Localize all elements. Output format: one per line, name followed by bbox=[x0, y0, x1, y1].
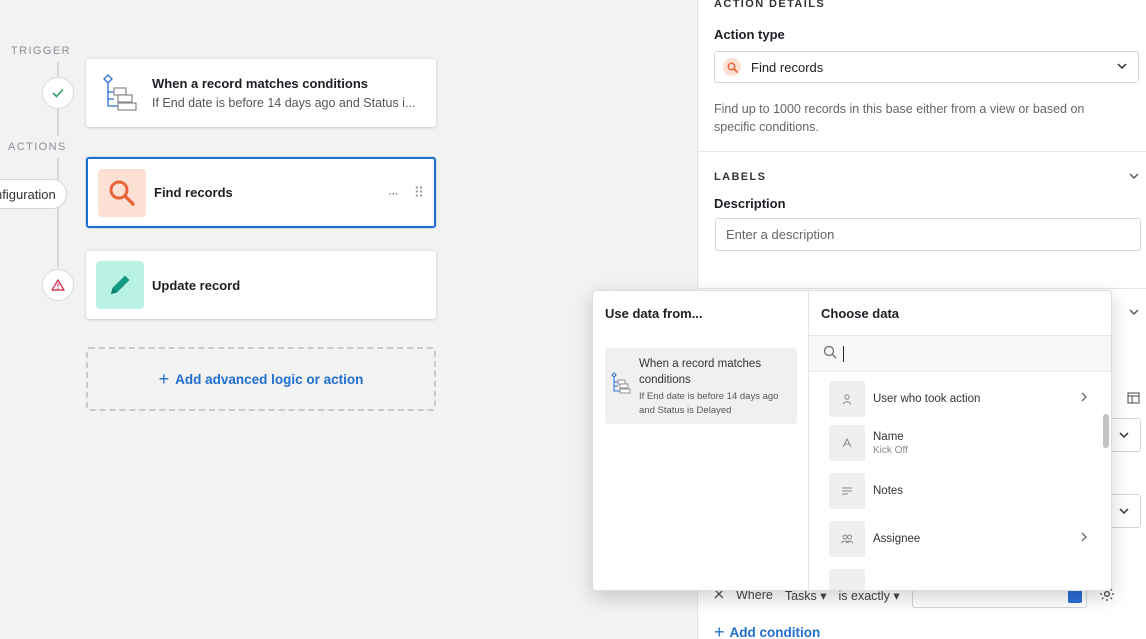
trigger-card[interactable]: When a record matches conditions If End … bbox=[86, 59, 436, 127]
update-record-card[interactable]: Update record bbox=[86, 251, 436, 319]
trigger-card-title: When a record matches conditions bbox=[152, 76, 368, 91]
pencil-icon bbox=[96, 261, 144, 309]
divider bbox=[698, 288, 1146, 289]
description-label: Description bbox=[714, 196, 786, 211]
labels-heading: LABELS bbox=[714, 171, 767, 183]
configuration-pill[interactable]: nfiguration bbox=[0, 179, 67, 209]
chevron-down-icon bbox=[1116, 60, 1128, 75]
data-source-subtitle: If End date is before 14 days ago and St… bbox=[639, 391, 779, 416]
text-caret bbox=[843, 345, 844, 362]
trigger-status-check-icon bbox=[42, 77, 74, 109]
value-badge bbox=[1067, 589, 1082, 603]
chevron-down-icon bbox=[1119, 432, 1129, 439]
layout-icon[interactable] bbox=[1127, 392, 1140, 407]
chevron-down-icon[interactable] bbox=[1128, 306, 1140, 321]
data-source-item[interactable]: When a record matches conditions If End … bbox=[605, 348, 797, 424]
field-option-partial[interactable] bbox=[829, 569, 1089, 590]
plus-icon: + bbox=[158, 368, 170, 389]
configuration-pill-label: nfiguration bbox=[0, 186, 56, 202]
trigger-tree-icon bbox=[96, 69, 144, 117]
field-name: Notes bbox=[873, 485, 904, 497]
more-options-icon[interactable]: ··· bbox=[388, 185, 399, 200]
field-value: Kick Off bbox=[873, 444, 908, 456]
choose-data-column: Choose data User who took action Name Ki… bbox=[809, 291, 1111, 590]
field-name: Assignee bbox=[873, 533, 921, 545]
hidden-select-edge[interactable] bbox=[1108, 418, 1141, 452]
divider bbox=[698, 151, 1146, 152]
add-advanced-logic-button[interactable]: + Add advanced logic or action bbox=[86, 347, 436, 411]
add-condition-label: Add condition bbox=[729, 625, 821, 639]
find-records-card[interactable]: Find records ··· ⠿ bbox=[86, 157, 436, 228]
action-type-value: Find records bbox=[751, 59, 824, 75]
search-icon bbox=[823, 345, 837, 362]
field-list: User who took action Name Kick Off Notes bbox=[809, 373, 1111, 590]
long-text-icon bbox=[829, 473, 865, 509]
trigger-tree-icon bbox=[611, 372, 631, 416]
connector-line bbox=[57, 158, 59, 268]
user-icon bbox=[829, 381, 865, 417]
scrollbar-thumb[interactable] bbox=[1103, 414, 1109, 448]
data-source-column: Use data from... When a record matches c… bbox=[593, 291, 809, 590]
trigger-card-subtitle: If End date is before 14 days ago and St… bbox=[152, 96, 416, 110]
hidden-select-edge[interactable] bbox=[1108, 494, 1141, 528]
action-type-label: Action type bbox=[714, 27, 785, 42]
plus-icon: + bbox=[714, 622, 725, 639]
field-option-user-who-took-action[interactable]: User who took action bbox=[829, 381, 1089, 417]
data-picker-popup: Use data from... When a record matches c… bbox=[592, 290, 1112, 591]
action-type-description: Find up to 1000 records in this base eit… bbox=[714, 102, 1085, 134]
users-icon bbox=[829, 521, 865, 557]
add-condition-button[interactable]: + Add condition bbox=[714, 622, 820, 639]
chevron-right-icon bbox=[1079, 531, 1089, 546]
actions-section-label: ACTIONS bbox=[8, 141, 67, 153]
data-source-title: When a record matches conditions bbox=[639, 358, 762, 386]
text-icon bbox=[829, 425, 865, 461]
action-details-heading: ACTION DETAILS bbox=[714, 0, 826, 10]
chevron-down-icon[interactable] bbox=[1128, 170, 1140, 185]
field-option-name[interactable]: Name Kick Off bbox=[829, 425, 1089, 461]
choose-data-header: Choose data bbox=[809, 291, 1111, 336]
field-name: Name bbox=[873, 430, 904, 443]
action-type-select[interactable]: Find records bbox=[714, 51, 1139, 83]
trigger-section-label: TRIGGER bbox=[11, 45, 71, 57]
search-icon bbox=[98, 168, 146, 217]
field-option-assignee[interactable]: Assignee bbox=[829, 521, 1089, 557]
description-input[interactable] bbox=[715, 218, 1141, 251]
field-search-input[interactable] bbox=[809, 336, 1111, 372]
use-data-from-header: Use data from... bbox=[605, 306, 703, 321]
chevron-right-icon bbox=[1079, 391, 1089, 406]
search-icon bbox=[723, 58, 741, 76]
field-name: User who took action bbox=[873, 393, 981, 405]
add-advanced-logic-label: Add advanced logic or action bbox=[175, 371, 364, 387]
find-records-title: Find records bbox=[154, 185, 233, 200]
drag-handle-icon[interactable]: ⠿ bbox=[414, 184, 424, 201]
chevron-down-icon bbox=[1119, 508, 1129, 515]
warning-icon bbox=[42, 269, 74, 301]
field-option-notes[interactable]: Notes bbox=[829, 473, 1089, 509]
field-icon bbox=[829, 569, 865, 590]
update-record-title: Update record bbox=[152, 277, 241, 293]
